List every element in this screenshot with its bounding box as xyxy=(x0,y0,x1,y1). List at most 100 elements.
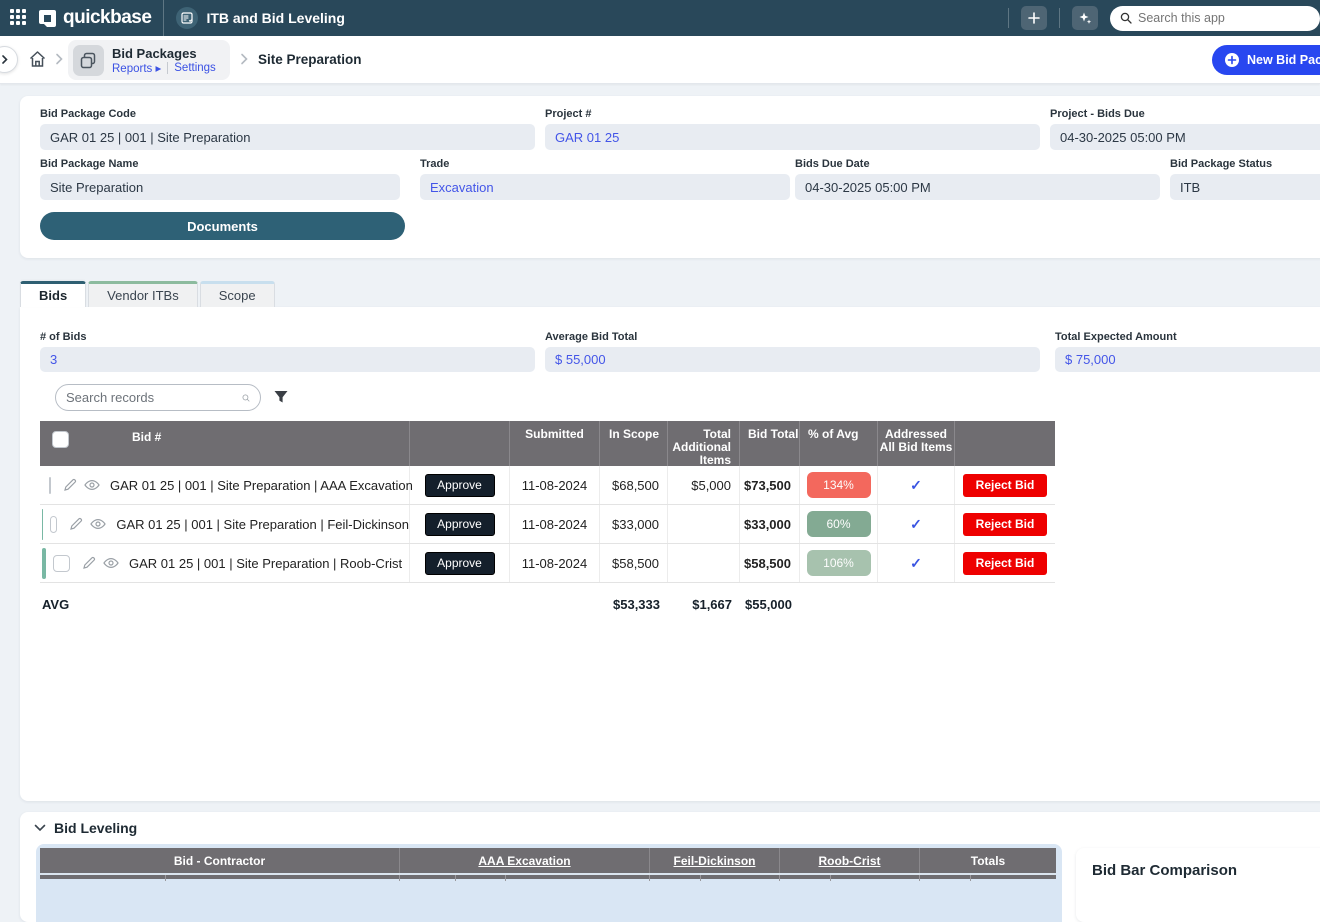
in-scope-amount[interactable]: $68,500 xyxy=(600,466,668,504)
reject-bid-button[interactable]: Reject Bid xyxy=(963,474,1047,497)
search-icon xyxy=(242,391,250,405)
edit-pencil-icon[interactable] xyxy=(69,517,83,531)
home-icon[interactable] xyxy=(28,50,47,69)
approve-button[interactable]: Approve xyxy=(425,513,495,536)
in-scope-amount[interactable]: $58,500 xyxy=(600,544,668,582)
breadcrumb-table-pill[interactable]: Bid Packages Reports ▸ Settings xyxy=(68,40,230,80)
app-icon[interactable] xyxy=(176,7,198,29)
approve-button[interactable]: Approve xyxy=(425,552,495,575)
bid-leveling-table: Bid - Contractor AAA Excavation Feil-Dic… xyxy=(40,848,1056,879)
bids-table: Bid # Submitted In Scope Total Additiona… xyxy=(40,421,1055,617)
total-expected-amount-field: $ 75,000 xyxy=(1055,347,1320,372)
tab-scope[interactable]: Scope xyxy=(200,281,275,307)
total-additional-amount[interactable] xyxy=(668,505,740,543)
view-eye-icon[interactable] xyxy=(90,518,106,530)
edit-pencil-icon[interactable] xyxy=(82,556,96,570)
add-record-button[interactable] xyxy=(1021,6,1047,30)
row-checkbox[interactable] xyxy=(50,516,57,533)
bid-bar-comparison-title: Bid Bar Comparison xyxy=(1092,862,1237,879)
search-icon xyxy=(1120,12,1132,24)
new-bid-package-button[interactable]: New Bid Package xyxy=(1212,45,1320,75)
collapse-chevron-icon[interactable] xyxy=(34,824,46,832)
field-label: Bids Due Date xyxy=(795,158,1160,170)
navbar-divider xyxy=(1059,8,1060,28)
bids-table-header: Bid # Submitted In Scope Total Additiona… xyxy=(40,421,1055,466)
column-header-roob-crist[interactable]: Roob-Crist xyxy=(780,848,920,873)
global-search-input[interactable] xyxy=(1138,11,1288,25)
submitted-date: 11-08-2024 xyxy=(510,505,600,543)
breadcrumb-chevron-icon xyxy=(55,53,63,65)
pct-of-avg-badge: 134% xyxy=(807,472,871,498)
column-header-bid-contractor: Bid - Contractor xyxy=(40,848,400,873)
trade-field[interactable]: Excavation xyxy=(420,174,790,200)
row-checkbox[interactable] xyxy=(53,555,70,572)
column-header-total-additional[interactable]: Total Additional Items xyxy=(668,421,740,467)
breadcrumb-chevron-icon xyxy=(240,53,248,65)
bid-package-form-card: Bid Package Code GAR 01 25 | 001 | Site … xyxy=(20,96,1320,258)
breadcrumb-table-name[interactable]: Bid Packages xyxy=(112,46,216,61)
tab-vendor-itbs[interactable]: Vendor ITBs xyxy=(88,281,198,307)
brand-name[interactable]: quickbase xyxy=(63,7,151,29)
navbar-divider xyxy=(1008,8,1009,28)
bid-total-amount: $58,500 xyxy=(740,544,800,582)
app-grid-icon[interactable] xyxy=(10,9,28,27)
column-header-pct-of-avg[interactable]: % of Avg xyxy=(800,421,878,467)
breadcrumb-table-text: Bid Packages Reports ▸ Settings xyxy=(112,46,216,75)
column-header-submitted[interactable]: Submitted xyxy=(510,421,600,467)
ai-sparkles-button[interactable] xyxy=(1072,6,1098,30)
column-header-aaa-excavation[interactable]: AAA Excavation xyxy=(400,848,650,873)
select-all-checkbox[interactable] xyxy=(52,431,69,448)
field-label: Bid Package Name xyxy=(40,158,400,170)
field-label: Project # xyxy=(545,108,1040,120)
column-header-bid[interactable]: Bid # xyxy=(132,431,161,444)
view-eye-icon[interactable] xyxy=(103,557,119,569)
column-header-feil-dickinson[interactable]: Feil-Dickinson xyxy=(650,848,780,873)
reports-menu-link[interactable]: Reports ▸ xyxy=(112,61,161,75)
settings-link[interactable]: Settings xyxy=(174,62,216,74)
navbar-divider xyxy=(163,0,164,36)
app-title[interactable]: ITB and Bid Leveling xyxy=(206,10,344,26)
bid-leveling-subheader-strip xyxy=(40,873,1056,879)
addressed-check-icon: ✓ xyxy=(910,516,922,533)
approve-button[interactable]: Approve xyxy=(425,474,495,497)
reject-bid-button[interactable]: Reject Bid xyxy=(963,513,1047,536)
global-search xyxy=(1110,6,1320,31)
table-row: GAR 01 25 | 001 | Site Preparation | Roo… xyxy=(40,544,1055,583)
total-additional-amount[interactable] xyxy=(668,544,740,582)
bid-record-link[interactable]: GAR 01 25 | 001 | Site Preparation | AAA… xyxy=(110,478,413,493)
row-accent-bar xyxy=(42,548,46,579)
bid-package-code-field: GAR 01 25 | 001 | Site Preparation xyxy=(40,124,535,150)
avg-summary-row: AVG $53,333 $1,667 $55,000 xyxy=(40,591,1055,617)
sidebar-expand-button[interactable] xyxy=(0,46,18,73)
row-accent-bar xyxy=(42,509,43,540)
bid-leveling-header: Bid - Contractor AAA Excavation Feil-Dic… xyxy=(40,848,1056,873)
submitted-date: 11-08-2024 xyxy=(510,466,600,504)
column-header-actions xyxy=(410,421,510,467)
in-scope-amount[interactable]: $33,000 xyxy=(600,505,668,543)
avg-total-additional: $1,667 xyxy=(668,591,740,617)
column-header-addressed[interactable]: Addressed All Bid Items xyxy=(878,421,955,467)
quickbase-logo-icon[interactable] xyxy=(38,9,57,28)
edit-pencil-icon[interactable] xyxy=(63,478,77,492)
bid-record-link[interactable]: GAR 01 25 | 001 | Site Preparation | Roo… xyxy=(129,556,402,571)
total-additional-amount[interactable]: $5,000 xyxy=(668,466,740,504)
bid-leveling-section: Bid Leveling Bid - Contractor AAA Excava… xyxy=(20,812,1320,922)
documents-button[interactable]: Documents xyxy=(40,212,405,240)
filter-icon[interactable] xyxy=(273,389,289,405)
project-number-field[interactable]: GAR 01 25 xyxy=(545,124,1040,150)
view-eye-icon[interactable] xyxy=(84,479,100,491)
pill-divider xyxy=(167,62,168,74)
bid-record-link[interactable]: GAR 01 25 | 001 | Site Preparation | Fei… xyxy=(116,517,409,532)
reject-bid-button[interactable]: Reject Bid xyxy=(963,552,1047,575)
addressed-check-icon: ✓ xyxy=(910,555,922,572)
search-records-input[interactable] xyxy=(66,390,242,405)
bid-leveling-panel: Bid - Contractor AAA Excavation Feil-Dic… xyxy=(36,844,1062,922)
bids-due-date-field: 04-30-2025 05:00 PM xyxy=(795,174,1160,200)
pct-of-avg-badge: 60% xyxy=(807,511,871,537)
tab-bids[interactable]: Bids xyxy=(20,281,86,307)
bid-total-amount: $33,000 xyxy=(740,505,800,543)
column-header-in-scope[interactable]: In Scope xyxy=(600,421,668,467)
column-header-bid-total[interactable]: Bid Total xyxy=(740,421,800,467)
field-label: Average Bid Total xyxy=(545,331,1040,343)
row-checkbox[interactable] xyxy=(49,477,51,494)
